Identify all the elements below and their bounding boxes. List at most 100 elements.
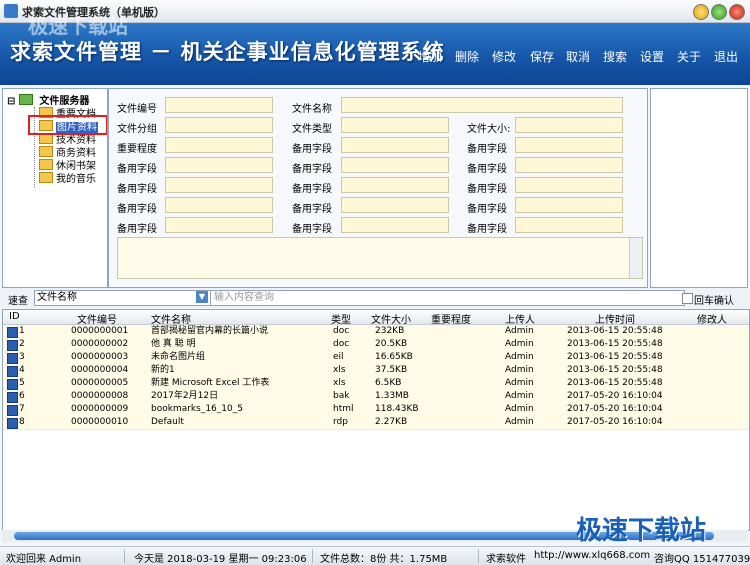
file-no-label: 文件编号 xyxy=(117,104,157,115)
notes-scrollbar[interactable] xyxy=(629,238,642,278)
table-row[interactable]: 6 0000000008 2017年2月12日 bak 1.33MB Admin 2017-… xyxy=(3,390,749,404)
col-modifier[interactable]: 修改人 xyxy=(697,311,727,326)
table-cell: 0000000001 xyxy=(71,326,129,336)
file-icon xyxy=(7,418,18,429)
status-divider xyxy=(478,549,479,563)
chevron-down-icon[interactable]: ▼ xyxy=(196,291,208,303)
table-row[interactable]: 8 0000000010 Default rdp 2.27KB Admin 2017-05-… xyxy=(3,416,749,430)
search-button[interactable]: 搜索 xyxy=(603,48,627,65)
folder-icon xyxy=(39,159,53,170)
spare-label: 备用字段 xyxy=(467,144,507,155)
table-cell: 3 xyxy=(19,352,25,362)
col-upload-time[interactable]: 上传时间 xyxy=(595,311,635,326)
table-cell: Admin xyxy=(505,365,534,375)
table-row[interactable]: 1 0000000001 首部揭秘留官内幕的长篇小说 doc 232KB Admin 201… xyxy=(3,325,749,339)
col-id[interactable]: ID xyxy=(9,311,20,322)
spare-field[interactable] xyxy=(341,137,449,153)
table-cell: 0000000004 xyxy=(71,365,129,375)
minimize-button[interactable] xyxy=(693,4,709,20)
file-no-field[interactable] xyxy=(165,97,273,113)
table-cell: 他 真 聪 明 xyxy=(151,339,196,349)
spare-field[interactable] xyxy=(341,177,449,193)
col-file-name[interactable]: 文件名称 xyxy=(151,311,191,326)
table-row[interactable]: 7 0000000009 bookmarks_16_10_5 html 118.43KB… xyxy=(3,403,749,417)
spare-field[interactable] xyxy=(515,217,623,233)
table-cell: 0000000009 xyxy=(71,404,129,414)
delete-button[interactable]: 删除 xyxy=(455,48,479,65)
cancel-button[interactable]: 取消 xyxy=(566,48,590,65)
tree-item-music[interactable]: 我的音乐 xyxy=(39,170,96,185)
table-row[interactable]: 3 0000000003 未命名图片组 eil 16.65KB Admin 2013-06-… xyxy=(3,351,749,365)
spare-field[interactable] xyxy=(341,157,449,173)
spare-field[interactable] xyxy=(515,177,623,193)
spare-field[interactable] xyxy=(341,217,449,233)
col-size[interactable]: 文件大小 xyxy=(371,311,411,326)
col-uploader[interactable]: 上传人 xyxy=(505,311,535,326)
spare-field[interactable] xyxy=(515,197,623,213)
table-cell: 37.5KB xyxy=(375,365,408,375)
spare-field[interactable] xyxy=(341,197,449,213)
table-cell: rdp xyxy=(333,417,348,427)
spare-label: 备用字段 xyxy=(467,224,507,235)
file-type-label: 文件类型 xyxy=(292,124,332,135)
close-button[interactable] xyxy=(729,4,745,20)
table-row[interactable]: 4 0000000004 新的1 xls 37.5KB Admin 2013-06-15 2… xyxy=(3,364,749,378)
add-button[interactable]: 增加 xyxy=(418,48,442,65)
folder-tree: ⊟ 文件服务器 重要文档 图片资料 技术资料 商务资料 休闲书架 我的音乐 xyxy=(2,88,108,288)
table-cell: 118.43KB xyxy=(375,404,419,414)
maximize-button[interactable] xyxy=(711,4,727,20)
table-cell: Admin xyxy=(505,404,534,414)
table-cell: 0000000005 xyxy=(71,378,129,388)
horizontal-scrollbar[interactable] xyxy=(2,530,748,542)
spare-field[interactable] xyxy=(515,137,623,153)
col-type[interactable]: 类型 xyxy=(331,311,351,326)
col-file-no[interactable]: 文件编号 xyxy=(77,311,117,326)
about-button[interactable]: 关于 xyxy=(677,48,701,65)
file-name-field[interactable] xyxy=(341,97,623,113)
file-size-label: 文件大小: xyxy=(467,124,511,135)
file-icon xyxy=(7,353,18,364)
spare-field[interactable] xyxy=(165,177,273,193)
enter-confirm-checkbox[interactable] xyxy=(682,293,693,304)
table-cell: 2013-06-15 20:55:48 xyxy=(567,339,663,349)
welcome-text: 欢迎回来 Admin xyxy=(6,554,82,565)
file-group-field[interactable] xyxy=(165,117,273,133)
spare-label: 备用字段 xyxy=(117,184,157,195)
edit-button[interactable]: 修改 xyxy=(492,48,516,65)
table-cell: 2017-05-20 16:10:04 xyxy=(567,417,663,427)
table-cell: Admin xyxy=(505,378,534,388)
vendor-url-link[interactable]: http://www.xlq668.com xyxy=(534,550,650,561)
selection-highlight-box xyxy=(28,115,107,135)
search-input[interactable]: 输入内容查询 xyxy=(210,290,685,306)
spare-field[interactable] xyxy=(165,217,273,233)
table-row[interactable]: 5 0000000005 新建 Microsoft Excel 工作表 xls 6.5K… xyxy=(3,377,749,391)
tree-item-business[interactable]: 商务资料 xyxy=(39,144,96,159)
file-icon xyxy=(7,340,18,351)
col-importance[interactable]: 重要程度 xyxy=(431,311,471,326)
table-cell: 2013-06-15 20:55:48 xyxy=(567,352,663,362)
file-group-label: 文件分组 xyxy=(117,124,157,135)
spare-field[interactable] xyxy=(165,157,273,173)
file-size-field[interactable] xyxy=(515,117,623,133)
scrollbar-thumb[interactable] xyxy=(14,532,714,540)
tree-item-leisure[interactable]: 休闲书架 xyxy=(39,157,96,172)
spare-label: 备用字段 xyxy=(292,144,332,155)
spare-field[interactable] xyxy=(165,197,273,213)
tree-root[interactable]: ⊟ 文件服务器 xyxy=(7,92,89,107)
table-cell: 首部揭秘留官内幕的长篇小说 xyxy=(151,326,269,336)
settings-button[interactable]: 设置 xyxy=(640,48,664,65)
table-row[interactable]: 2 0000000002 他 真 聪 明 doc 20.5KB Admin 2013-06-… xyxy=(3,338,749,352)
search-field-select[interactable]: 文件名称 xyxy=(34,290,212,306)
file-icon xyxy=(7,405,18,416)
spare-label: 备用字段 xyxy=(117,164,157,175)
spare-field[interactable] xyxy=(515,157,623,173)
collapse-icon[interactable]: ⊟ xyxy=(7,96,15,107)
file-type-field[interactable] xyxy=(341,117,449,133)
importance-field[interactable] xyxy=(165,137,273,153)
save-button[interactable]: 保存 xyxy=(530,48,554,65)
spare-label: 备用字段 xyxy=(292,184,332,195)
spare-label: 备用字段 xyxy=(467,204,507,215)
exit-button[interactable]: 退出 xyxy=(714,48,738,65)
status-bar: 欢迎回来 Admin 今天是 2018-03-19 星期一 09:23:06 文… xyxy=(0,546,750,565)
notes-textarea[interactable] xyxy=(117,237,643,279)
